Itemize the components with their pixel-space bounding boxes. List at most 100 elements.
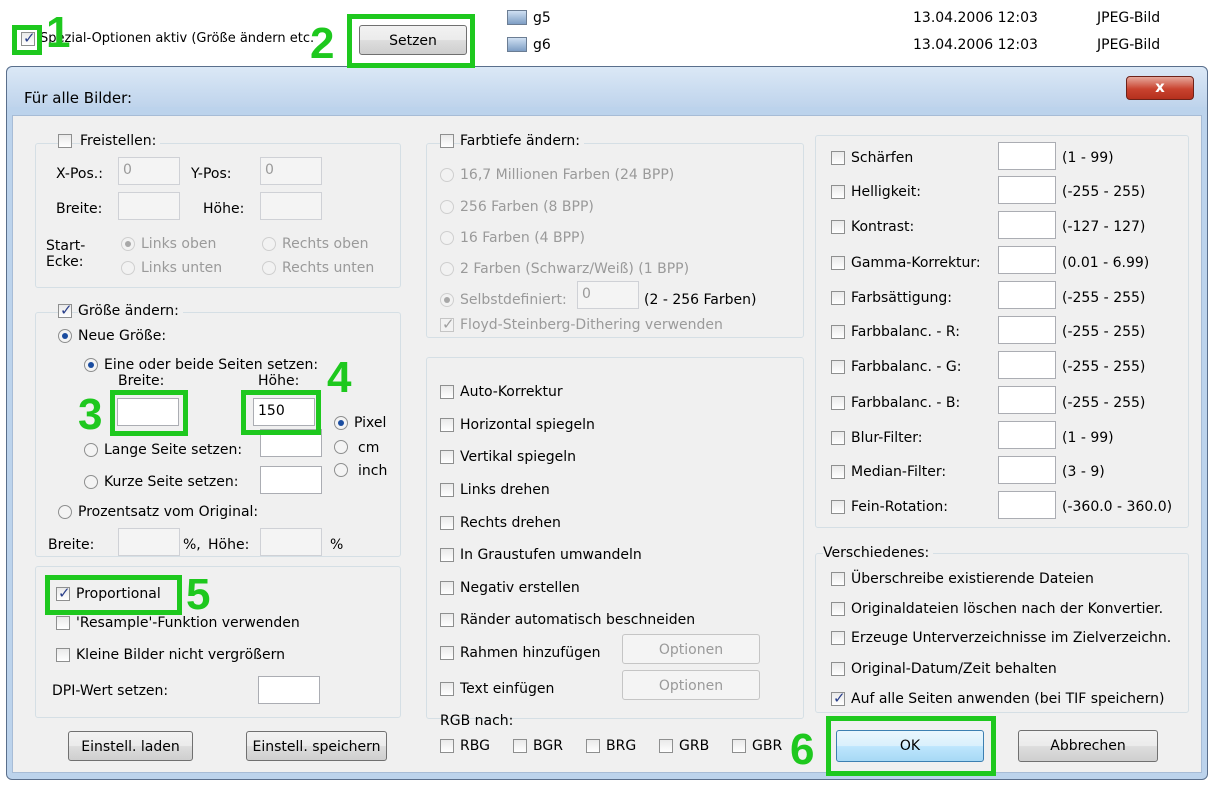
negative-label: Negativ erstellen (460, 580, 580, 596)
border-options-button[interactable]: Optionen (622, 634, 760, 664)
add-border-checkbox[interactable] (440, 646, 454, 660)
custom-depth-input[interactable]: 0 (577, 281, 639, 309)
various-label: Verschiedenes: (823, 545, 934, 561)
insert-text-checkbox[interactable] (440, 682, 454, 696)
one-or-both-radio[interactable] (84, 358, 98, 372)
save-settings-button[interactable]: Einstell. speichern (246, 731, 387, 761)
blur-input[interactable] (998, 421, 1056, 449)
rgb-label: RGB nach: (440, 713, 514, 729)
delete-originals-checkbox[interactable] (831, 602, 845, 616)
dpi-input[interactable] (258, 676, 320, 704)
rgb-gbr-checkbox[interactable] (732, 739, 746, 753)
depth-8-radio[interactable] (440, 200, 454, 214)
no-enlarge-checkbox[interactable] (56, 648, 70, 662)
saturation-input[interactable] (998, 281, 1056, 309)
flip-vertical-label: Vertikal spiegeln (460, 449, 576, 465)
depth-24-radio[interactable] (440, 168, 454, 182)
create-subdirs-checkbox[interactable] (831, 631, 845, 645)
balance-g-range: (-255 - 255) (1062, 359, 1146, 375)
brightness-checkbox[interactable] (831, 185, 845, 199)
flip-vertical-checkbox[interactable] (440, 450, 454, 464)
corner-top-left-radio[interactable] (121, 237, 135, 251)
fine-rotation-checkbox[interactable] (831, 500, 845, 514)
auto-crop-checkbox[interactable] (440, 613, 454, 627)
contrast-checkbox[interactable] (831, 220, 845, 234)
depth-1-radio[interactable] (440, 262, 454, 276)
overwrite-checkbox[interactable] (831, 572, 845, 586)
balance-g-input[interactable] (998, 351, 1056, 379)
color-depth-checkbox[interactable] (440, 134, 454, 148)
file-row-g6[interactable]: g6 13.04.2006 12:03 JPEG-Bild (505, 33, 1205, 55)
depth-24-label: 16,7 Millionen Farben (24 BPP) (460, 167, 675, 183)
load-settings-button[interactable]: Einstell. laden (68, 731, 193, 761)
text-options-button[interactable]: Optionen (622, 670, 760, 700)
median-input[interactable] (998, 456, 1056, 484)
brightness-input[interactable] (998, 176, 1056, 204)
all-pages-checkbox[interactable] (831, 689, 846, 707)
contrast-input[interactable] (998, 211, 1056, 239)
new-size-radio[interactable] (58, 329, 72, 343)
percent-radio[interactable] (58, 505, 72, 519)
file-row-g5[interactable]: g5 13.04.2006 12:03 JPEG-Bild (505, 6, 1205, 28)
pct-width-input[interactable] (118, 528, 180, 556)
custom-depth-radio[interactable] (440, 293, 454, 307)
keep-datetime-checkbox[interactable] (831, 662, 845, 676)
sharpen-input[interactable] (998, 142, 1056, 170)
short-side-radio[interactable] (84, 475, 98, 489)
annotation-2: 2 (310, 19, 335, 68)
dithering-checkbox[interactable] (440, 315, 455, 333)
fine-rotation-input[interactable] (998, 491, 1056, 519)
corner-bottom-left-radio[interactable] (121, 261, 135, 275)
balance-b-input[interactable] (998, 386, 1056, 414)
crop-height-input[interactable] (260, 192, 322, 220)
short-side-input[interactable] (260, 466, 322, 494)
unit-pixel-radio[interactable] (334, 416, 348, 430)
corner-bottom-right-label: Rechts unten (282, 260, 375, 276)
balance-g-checkbox[interactable] (831, 360, 845, 374)
crop-checkbox[interactable] (58, 134, 72, 148)
rgb-gbr-label: GBR (752, 738, 783, 754)
balance-b-checkbox[interactable] (831, 396, 845, 410)
contrast-label: Kontrast: (851, 219, 915, 235)
depth-4-radio[interactable] (440, 231, 454, 245)
rotate-right-checkbox[interactable] (440, 516, 454, 530)
grayscale-checkbox[interactable] (440, 548, 454, 562)
xpos-input[interactable]: 0 (118, 157, 180, 185)
resize-checkbox[interactable] (58, 301, 73, 319)
file-type: JPEG-Bild (1097, 37, 1161, 53)
dialog-titlebar[interactable] (7, 67, 1207, 107)
rotate-left-checkbox[interactable] (440, 483, 454, 497)
gamma-checkbox[interactable] (831, 256, 845, 270)
median-checkbox[interactable] (831, 465, 845, 479)
corner-top-right-radio[interactable] (262, 237, 276, 251)
auto-correct-checkbox[interactable] (440, 385, 454, 399)
special-options-label: Spezial-Optionen aktiv (Größe ändern etc… (40, 31, 315, 46)
corner-bottom-right-radio[interactable] (262, 261, 276, 275)
rgb-grb-checkbox[interactable] (659, 739, 673, 753)
sharpen-checkbox[interactable] (831, 151, 845, 165)
no-enlarge-label: Kleine Bilder nicht vergrößern (76, 647, 285, 663)
gamma-input[interactable] (998, 246, 1056, 274)
unit-cm-radio[interactable] (334, 440, 348, 454)
ypos-input[interactable]: 0 (260, 157, 322, 185)
cancel-button[interactable]: Abbrechen (1018, 730, 1158, 762)
unit-inch-radio[interactable] (334, 463, 348, 477)
blur-checkbox[interactable] (831, 431, 845, 445)
close-button[interactable]: x (1126, 76, 1194, 100)
balance-r-checkbox[interactable] (831, 325, 845, 339)
flip-horizontal-checkbox[interactable] (440, 418, 454, 432)
negative-checkbox[interactable] (440, 581, 454, 595)
auto-correct-label: Auto-Korrektur (460, 384, 563, 400)
balance-r-input[interactable] (998, 316, 1056, 344)
rgb-rbg-label: RBG (460, 738, 490, 754)
crop-width-input[interactable] (118, 192, 180, 220)
new-size-label: Neue Größe: (78, 328, 167, 344)
rgb-rbg-checkbox[interactable] (440, 739, 454, 753)
rgb-bgr-checkbox[interactable] (513, 739, 527, 753)
rgb-brg-checkbox[interactable] (586, 739, 600, 753)
pct-height-input[interactable] (260, 528, 322, 556)
long-side-radio[interactable] (84, 443, 98, 457)
saturation-checkbox[interactable] (831, 291, 845, 305)
saturation-label: Farbsättigung: (851, 290, 952, 306)
resample-checkbox[interactable] (56, 616, 70, 630)
